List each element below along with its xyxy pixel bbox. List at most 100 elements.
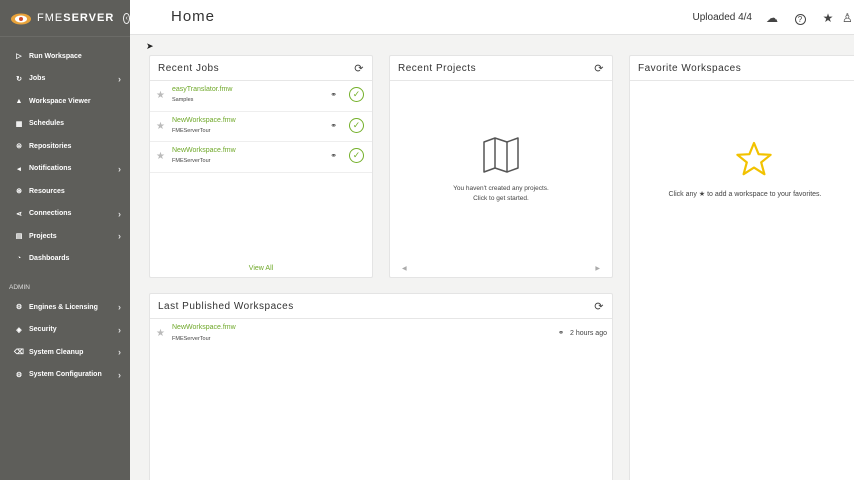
- projects-icon: ▤: [15, 233, 23, 241]
- job-name[interactable]: NewWorkspace.fmw: [172, 117, 236, 124]
- panel-title: Favorite Workspaces: [638, 62, 742, 74]
- sidebar-item-label: Resources: [29, 187, 65, 195]
- notifications-icon: ◂: [17, 165, 21, 173]
- schedules-icon: ▦: [15, 120, 23, 128]
- chevron-right-icon[interactable]: ›: [118, 164, 121, 174]
- binoculars-icon[interactable]: ⚭: [330, 121, 337, 130]
- admin-section-label: ADMIN: [9, 283, 30, 291]
- panel-title: Recent Jobs: [158, 62, 220, 74]
- sidebar-item-repositories[interactable]: ⊜ Repositories: [0, 135, 130, 158]
- published-time: ⚭ 2 hours ago: [558, 330, 607, 337]
- collapse-sidebar-icon[interactable]: ‹: [123, 12, 130, 24]
- upload-cloud-icon[interactable]: ☁: [758, 11, 786, 25]
- panel-title: Last Published Workspaces: [158, 300, 294, 312]
- star-icon[interactable]: ★: [156, 90, 165, 101]
- sidebar-item-label: System Configuration: [29, 371, 102, 379]
- repositories-icon: ⊜: [16, 143, 22, 151]
- sidebar-item-system-configuration[interactable]: ⚙ System Configuration ›: [0, 364, 130, 387]
- binoculars-icon[interactable]: ⚭: [558, 330, 564, 337]
- job-repo: FMEServerTour: [172, 158, 211, 164]
- chevron-right-icon[interactable]: ›: [118, 347, 121, 357]
- sidebar-item-label: Notifications: [29, 165, 72, 173]
- job-name[interactable]: NewWorkspace.fmw: [172, 147, 236, 154]
- recent-jobs-list: ★ easyTranslator.fmw Samples ⚭ ✓ ★ NewWo…: [150, 81, 372, 173]
- brand-bar: FMESERVER ‹: [0, 0, 130, 37]
- user-icon[interactable]: ♙: [842, 11, 854, 25]
- sidebar-item-label: Connections: [29, 210, 72, 218]
- sidebar-item-label: Security: [29, 326, 57, 334]
- job-repo: FMEServerTour: [172, 127, 211, 134]
- binoculars-icon[interactable]: ⚭: [330, 151, 337, 160]
- sidebar-item-connections[interactable]: ⋖ Connections ›: [0, 203, 130, 226]
- workspace-viewer-icon: ▲: [15, 97, 23, 105]
- favorite-workspaces-panel: Favorite Workspaces Click any ★ to add a…: [629, 55, 854, 480]
- binoculars-icon[interactable]: ⚭: [330, 90, 337, 99]
- success-check-icon: ✓: [349, 87, 364, 102]
- star-icon[interactable]: ★: [156, 328, 165, 339]
- sidebar-item-label: Repositories: [29, 142, 72, 150]
- engines-and-licensing-icon: ⚙: [15, 304, 23, 312]
- sidebar-item-label: Jobs: [29, 75, 46, 83]
- inline-star-icon: ★: [698, 191, 706, 198]
- view-all-link[interactable]: View All: [150, 265, 372, 272]
- chevron-right-icon[interactable]: ›: [118, 74, 121, 84]
- system-configuration-icon: ⚙: [15, 371, 23, 379]
- sidebar-item-resources[interactable]: ⊛ Resources: [0, 180, 130, 203]
- main-nav: ▷ Run Workspace ↻ Jobs › ▲ Workspace Viewer ▦ Sc…: [0, 45, 130, 270]
- recent-projects-panel: Recent Projects ⟳ You haven't created an…: [389, 55, 613, 278]
- job-row[interactable]: ★ easyTranslator.fmw Samples ⚭ ✓: [150, 81, 372, 112]
- empty-projects-message[interactable]: You haven't created any projects. Click …: [390, 184, 612, 204]
- help-icon[interactable]: ?: [786, 11, 814, 25]
- dashboards-icon: ◔: [16, 255, 22, 263]
- job-repo: Samples: [172, 97, 194, 103]
- mouse-cursor-icon: ➤: [146, 41, 154, 51]
- sidebar-item-label: Run Workspace: [29, 52, 82, 60]
- chevron-right-icon[interactable]: ›: [118, 209, 121, 219]
- sidebar-item-security[interactable]: ◈ Security ›: [0, 319, 130, 342]
- favorites-empty-message: Click any ★ to add a workspace to your f…: [668, 191, 822, 198]
- next-arrow-icon[interactable]: ▶: [595, 265, 600, 272]
- panel-title: Recent Projects: [398, 62, 477, 74]
- refresh-icon[interactable]: ⟳: [594, 62, 604, 75]
- sidebar-item-notifications[interactable]: ◂ Notifications ›: [0, 158, 130, 181]
- resources-icon: ⊛: [16, 188, 22, 196]
- refresh-icon[interactable]: ⟳: [354, 62, 364, 75]
- sidebar-item-jobs[interactable]: ↻ Jobs ›: [0, 68, 130, 91]
- page-title: Home: [171, 8, 216, 25]
- sidebar-item-schedules[interactable]: ▦ Schedules: [0, 113, 130, 136]
- workspace-name[interactable]: NewWorkspace.fmw: [172, 324, 236, 331]
- sidebar-item-run-workspace[interactable]: ▷ Run Workspace: [0, 45, 130, 68]
- favorites-star-icon[interactable]: ★: [814, 11, 842, 25]
- job-row[interactable]: ★ NewWorkspace.fmw FMEServerTour ⚭ ✓: [150, 112, 372, 142]
- list-item[interactable]: ★ NewWorkspace.fmw FMEServerTour ⚭ 2 hour…: [150, 319, 612, 346]
- map-icon[interactable]: [482, 136, 520, 179]
- refresh-icon[interactable]: ⟳: [594, 300, 604, 313]
- chevron-right-icon[interactable]: ›: [118, 302, 121, 312]
- fme-logo-icon: [10, 11, 32, 25]
- recent-jobs-panel: Recent Jobs ⟳ ★ easyTranslator.fmw Sampl…: [149, 55, 373, 278]
- sidebar-item-workspace-viewer[interactable]: ▲ Workspace Viewer: [0, 90, 130, 113]
- run-workspace-icon: ▷: [16, 53, 22, 61]
- sidebar-item-label: Schedules: [29, 120, 65, 128]
- upload-status: Uploaded 4/4: [692, 12, 753, 23]
- sidebar-item-system-cleanup[interactable]: ⌫ System Cleanup ›: [0, 341, 130, 364]
- top-header: Home Uploaded 4/4 ☁ ? ★ ♙: [130, 0, 854, 35]
- sidebar-item-label: System Cleanup: [29, 348, 84, 356]
- chevron-right-icon[interactable]: ›: [118, 231, 121, 241]
- star-icon[interactable]: ★: [156, 121, 165, 132]
- jobs-icon: ↻: [16, 75, 22, 83]
- star-outline-icon: [735, 141, 773, 182]
- sidebar-item-dashboards[interactable]: ◔ Dashboards: [0, 248, 130, 271]
- star-icon[interactable]: ★: [156, 151, 165, 162]
- sidebar: FMESERVER ‹ ▷ Run Workspace ↻ Jobs › ▲ Workspa…: [0, 0, 130, 480]
- sidebar-item-engines-and-licensing[interactable]: ⚙ Engines & Licensing ›: [0, 296, 130, 319]
- job-row[interactable]: ★ NewWorkspace.fmw FMEServerTour ⚭ ✓: [150, 142, 372, 173]
- sidebar-item-projects[interactable]: ▤ Projects ›: [0, 225, 130, 248]
- chevron-right-icon[interactable]: ›: [118, 325, 121, 335]
- sidebar-item-label: Engines & Licensing: [29, 303, 98, 311]
- chevron-right-icon[interactable]: ›: [118, 370, 121, 380]
- job-name[interactable]: easyTranslator.fmw: [172, 86, 232, 93]
- prev-arrow-icon[interactable]: ◀: [402, 265, 407, 272]
- system-cleanup-icon: ⌫: [14, 349, 24, 357]
- brand-name: FMESERVER: [37, 12, 115, 24]
